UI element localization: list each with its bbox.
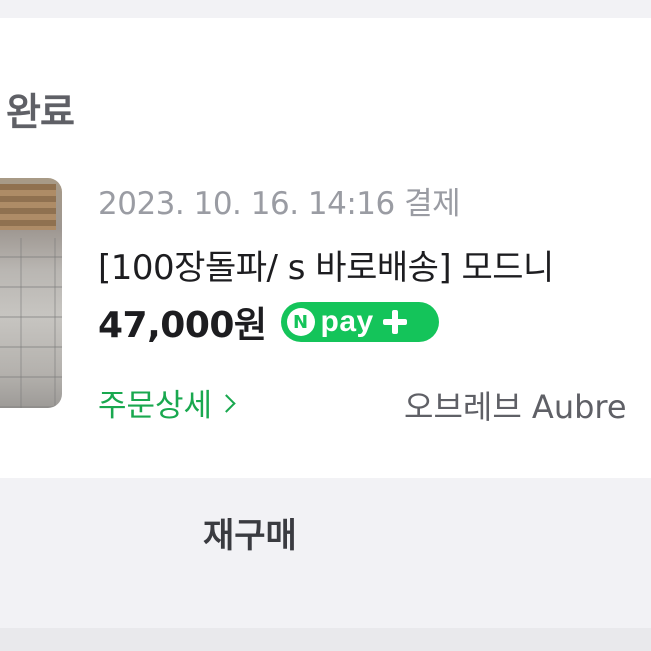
plus-icon [382,309,408,335]
naver-n-icon: N [286,308,315,336]
price-row: 47,000원 N pay [98,296,439,348]
chevron-right-icon [217,394,236,413]
payment-date: 2023. 10. 16. 14:16 결제 [98,186,461,222]
order-detail-label: 주문상세 [98,388,213,424]
pay-label: pay [320,305,374,338]
rebuy-button[interactable]: 재구매 [0,478,651,569]
next-order-card-edge [0,628,651,651]
order-status: 완료 [6,90,75,134]
product-title[interactable]: [100장돌파/ s 바로배송] 모드니 [98,240,554,289]
order-card: 완료 2023. 10. 16. 14:16 결제 [100장돌파/ s 바로배… [0,18,651,569]
thumbnail-floor-detail [0,238,62,408]
npay-plus-badge: N pay [280,302,439,342]
price: 47,000원 [98,305,267,346]
seller-name[interactable]: 오브레브 Aubre [404,382,627,428]
product-thumbnail[interactable] [0,178,62,408]
thumbnail-crate-detail [0,184,56,230]
order-detail-link[interactable]: 주문상세 [98,380,236,425]
